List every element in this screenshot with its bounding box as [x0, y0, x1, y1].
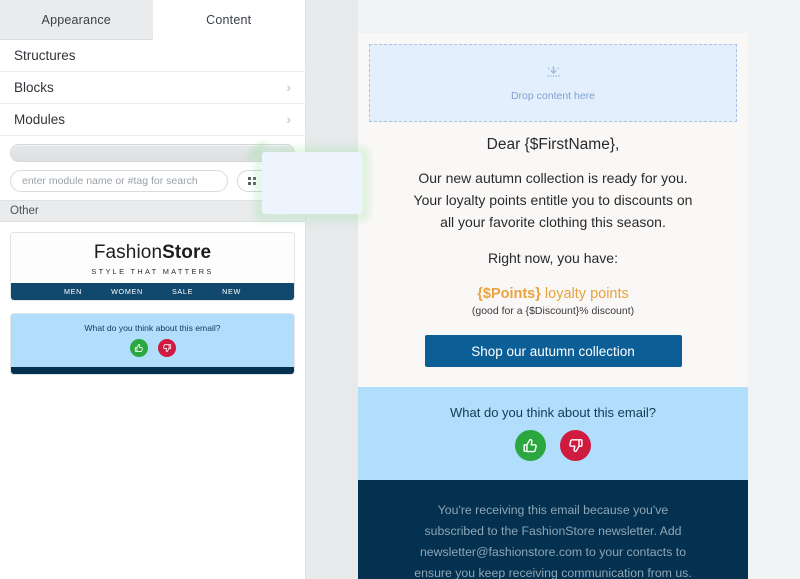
modules-scroll-track[interactable]	[10, 144, 295, 162]
header-module-nav: MEN WOMEN SALE NEW	[11, 282, 294, 300]
thumbs-down-icon	[157, 338, 176, 357]
tab-content[interactable]: Content	[152, 0, 305, 40]
module-section-other-label: Other	[10, 205, 39, 217]
email-paragraph-line-1: Our new autumn collection is ready for y…	[418, 170, 688, 186]
footer-line-1: You're receiving this email because you'…	[437, 503, 669, 517]
email-greeting: Dear {$FirstName},	[486, 136, 620, 153]
module-list: FashionStore STYLE THAT MATTERS MEN WOME…	[0, 222, 305, 579]
accordion-structures-label: Structures	[14, 48, 76, 63]
brand-tagline: STYLE THAT MATTERS	[91, 266, 214, 276]
feedback-module-footer-bar	[11, 366, 294, 374]
brand-bold-text: Store	[162, 242, 212, 263]
nav-item-new: NEW	[222, 286, 241, 296]
content-sidebar: Appearance Content Structures Blocks › M…	[0, 0, 305, 579]
content-accordion: Structures Blocks › Modules ›	[0, 40, 305, 136]
module-search-row	[0, 164, 305, 200]
footer-line-3: newsletter@fashionstore.com to your cont…	[419, 545, 687, 559]
drop-content-zone[interactable]: Drop content here	[369, 44, 737, 122]
loyalty-points-line: {$Points} loyalty points	[380, 286, 726, 302]
nav-item-sale: SALE	[171, 286, 194, 296]
list-view-icon	[274, 176, 287, 186]
email-paragraph-line-3: all your favorite clothing this season.	[440, 214, 666, 230]
tab-appearance-label: Appearance	[41, 12, 111, 27]
email-lead-in: Right now, you have:	[488, 250, 618, 266]
canvas-gutter	[305, 0, 358, 579]
header-module-thumbnail: FashionStore STYLE THAT MATTERS	[11, 233, 294, 283]
brand-lockup: FashionStore	[11, 243, 294, 263]
discount-note: (good for a {$Discount}% discount)	[471, 305, 635, 317]
accordion-item-blocks[interactable]: Blocks ›	[0, 72, 305, 104]
accordion-item-modules[interactable]: Modules ›	[0, 104, 305, 136]
drop-download-icon	[545, 65, 562, 85]
feedback-thumb-buttons	[11, 338, 294, 357]
thumbs-up-icon	[129, 338, 148, 357]
tab-content-label: Content	[206, 12, 252, 27]
module-card-feedback[interactable]: What do you think about this email?	[10, 312, 295, 375]
email-canvas: Drop content here Dear {$FirstName}, Our…	[358, 0, 800, 579]
chevron-right-icon: ›	[286, 110, 291, 127]
footer-line-2: subscribed to the FashionStore newslette…	[424, 524, 682, 538]
email-feedback-question: What do you think about this email?	[450, 405, 656, 420]
email-paragraph-line-2: Your loyalty points entitle you to disco…	[413, 192, 693, 208]
feedback-module-thumbnail: What do you think about this email?	[11, 313, 294, 367]
email-feedback-section: What do you think about this email?	[358, 387, 748, 480]
view-mode-toggle	[237, 170, 295, 192]
grid-view-icon	[248, 177, 256, 185]
module-section-other: Other	[0, 200, 305, 222]
accordion-blocks-label: Blocks	[14, 80, 54, 95]
accordion-modules-label: Modules	[14, 112, 66, 127]
shop-collection-button[interactable]: Shop our autumn collection	[424, 335, 682, 367]
nav-item-women: WOMEN	[111, 286, 143, 296]
accordion-item-structures[interactable]: Structures	[0, 40, 305, 72]
grid-view-button[interactable]	[238, 171, 266, 191]
drop-content-label: Drop content here	[510, 89, 596, 102]
module-search-input[interactable]	[10, 170, 228, 192]
loyalty-points-suffix: loyalty points	[540, 286, 629, 302]
loyalty-points-value: {$Points}	[477, 286, 541, 302]
chevron-right-icon: ›	[286, 78, 291, 95]
brand-light-text: Fashion	[93, 242, 163, 263]
email-body: Dear {$FirstName}, Our new autumn collec…	[358, 122, 748, 387]
modules-scroll-track-wrap	[0, 136, 305, 164]
footer-line-4: ensure you keep receiving communication …	[414, 566, 692, 579]
tab-appearance[interactable]: Appearance	[0, 0, 153, 40]
feedback-thumb-question: What do you think about this email?	[84, 322, 221, 333]
email-footer: You're receiving this email because you'…	[358, 480, 748, 579]
thumbs-down-icon[interactable]	[560, 430, 591, 461]
email-preview: Drop content here Dear {$FirstName}, Our…	[358, 33, 748, 579]
list-view-button[interactable]	[266, 171, 294, 191]
sidebar-tabs: Appearance Content	[0, 0, 305, 40]
module-card-header[interactable]: FashionStore STYLE THAT MATTERS MEN WOME…	[10, 232, 295, 301]
email-builder-app: Appearance Content Structures Blocks › M…	[0, 0, 800, 579]
thumbs-up-icon[interactable]	[515, 430, 546, 461]
email-feedback-buttons	[358, 430, 748, 461]
nav-item-men: MEN	[64, 286, 83, 296]
